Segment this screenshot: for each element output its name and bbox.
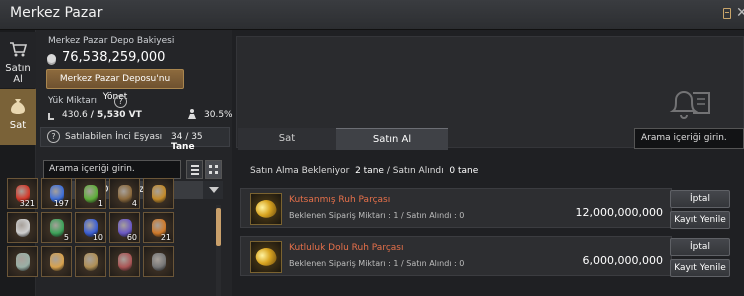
order-row: Kutluluk Dolu Ruh Parçası Beklenen Sipar… <box>240 236 672 276</box>
inventory-slot[interactable]: 10 <box>75 212 106 243</box>
notification-bell-icon <box>669 91 710 119</box>
weight-value: 430.6 / 5,530 VT <box>62 110 142 120</box>
weight-percent: 30.5% <box>204 110 233 120</box>
money-bag-icon <box>11 99 25 114</box>
inventory-slot[interactable] <box>109 246 140 277</box>
market-search-input[interactable]: Arama içeriği girin. <box>634 128 744 149</box>
item-icon <box>50 253 64 271</box>
item-icon <box>250 193 282 225</box>
order-row: Kutsanmış Ruh Parçası Beklenen Sipariş M… <box>240 188 672 228</box>
item-icon <box>152 185 166 203</box>
sellable-bar: ? Satılabilen İnci Eşyası 34 / 35 Tane <box>40 127 230 152</box>
inventory-slot[interactable]: 4 <box>109 178 140 209</box>
inventory-slot[interactable]: 60 <box>109 212 140 243</box>
weight-bar-icon <box>48 113 54 120</box>
inventory-slot[interactable] <box>143 246 174 277</box>
item-icon <box>250 241 282 273</box>
help-icon[interactable]: ? <box>47 130 60 143</box>
grid-view-button[interactable] <box>205 160 222 179</box>
item-quantity: 321 <box>19 199 35 208</box>
item-quantity: 4 <box>131 199 137 208</box>
central-market-window: Merkez Pazar ✕ Satın Al Sat Merkez Pazar… <box>0 0 744 296</box>
item-quantity: 60 <box>126 233 137 242</box>
order-price: 12,000,000,000 <box>575 206 663 219</box>
inventory-search-input[interactable]: Arama içeriği girin. <box>43 160 181 179</box>
order-price: 6,000,000,000 <box>582 254 663 267</box>
window-icon[interactable] <box>723 8 731 19</box>
order-item-name: Kutluluk Dolu Ruh Parçası <box>289 243 404 253</box>
inventory-scroll-thumb[interactable] <box>216 208 221 246</box>
inventory-slot[interactable] <box>41 246 72 277</box>
weight-icon <box>188 109 196 119</box>
sellable-count: 34 / 35 Tane <box>171 132 203 152</box>
inventory-slot[interactable]: 197 <box>41 178 72 209</box>
item-icon <box>16 219 30 237</box>
order-item-meta: Beklenen Sipariş Miktarı : 1 / Satın Alı… <box>289 259 465 268</box>
manage-storage-button[interactable]: Merkez Pazar Deposu'nu Yönet <box>46 69 184 102</box>
item-icon <box>152 253 166 271</box>
renew-button[interactable]: Kayıt Yenile <box>670 211 730 229</box>
item-icon <box>84 253 98 271</box>
item-quantity: 197 <box>53 199 69 208</box>
order-status: Satın Alma Bekleniyor 2 tane / Satın Alı… <box>250 166 479 176</box>
silver-coin-icon <box>47 54 56 63</box>
help-icon[interactable]: ? <box>114 95 127 108</box>
inventory-slot[interactable]: 5 <box>41 212 72 243</box>
inventory-slot[interactable]: 321 <box>7 178 38 209</box>
balance-value: 76,538,259,000 <box>62 50 166 65</box>
cancel-button[interactable]: İptal <box>670 190 730 208</box>
tab-buy[interactable]: Satın Al <box>0 32 36 88</box>
order-item-name: Kutsanmış Ruh Parçası <box>289 195 391 205</box>
cart-icon <box>10 42 28 57</box>
sellable-label: Satılabilen İnci Eşyası <box>65 132 163 142</box>
weight-label: Yük Miktarı <box>48 96 97 106</box>
item-icon <box>118 185 132 203</box>
tab-sell-orders[interactable]: Sat <box>238 128 336 150</box>
item-quantity: 5 <box>63 233 69 242</box>
order-item-meta: Beklenen Sipariş Miktarı : 1 / Satın Alı… <box>289 211 465 220</box>
inventory-slot[interactable] <box>7 212 38 243</box>
renew-button[interactable]: Kayıt Yenile <box>670 259 730 277</box>
tab-buy-label: Satın Al <box>5 63 31 85</box>
item-icon <box>84 185 98 203</box>
title-bar: Merkez Pazar ✕ <box>0 0 744 30</box>
balance-label: Merkez Pazar Depo Bakiyesi <box>48 36 175 46</box>
cancel-button[interactable]: İptal <box>670 238 730 256</box>
chevron-down-icon <box>209 187 219 193</box>
window-title: Merkez Pazar <box>10 5 103 21</box>
item-quantity: 1 <box>97 199 103 208</box>
item-icon <box>118 253 132 271</box>
inventory-slot[interactable] <box>143 178 174 209</box>
market-panel: Sat Satın Al Arama içeriği girin. Satın … <box>232 30 744 296</box>
inventory-slot[interactable] <box>75 246 106 277</box>
close-icon[interactable]: ✕ <box>736 5 744 21</box>
tab-sell[interactable]: Sat <box>0 89 36 145</box>
tab-sell-label: Sat <box>9 120 27 131</box>
list-view-button[interactable] <box>186 160 203 179</box>
inventory-slot[interactable] <box>7 246 38 277</box>
inventory-grid: 321 197 1 4 5 10 60 21 <box>7 178 179 296</box>
item-quantity: 21 <box>160 233 171 242</box>
item-icon <box>50 219 64 237</box>
item-icon <box>16 253 30 271</box>
item-quantity: 10 <box>92 233 103 242</box>
inventory-slot[interactable]: 1 <box>75 178 106 209</box>
tab-buy-orders[interactable]: Satın Al <box>336 128 448 150</box>
inventory-slot[interactable]: 21 <box>143 212 174 243</box>
